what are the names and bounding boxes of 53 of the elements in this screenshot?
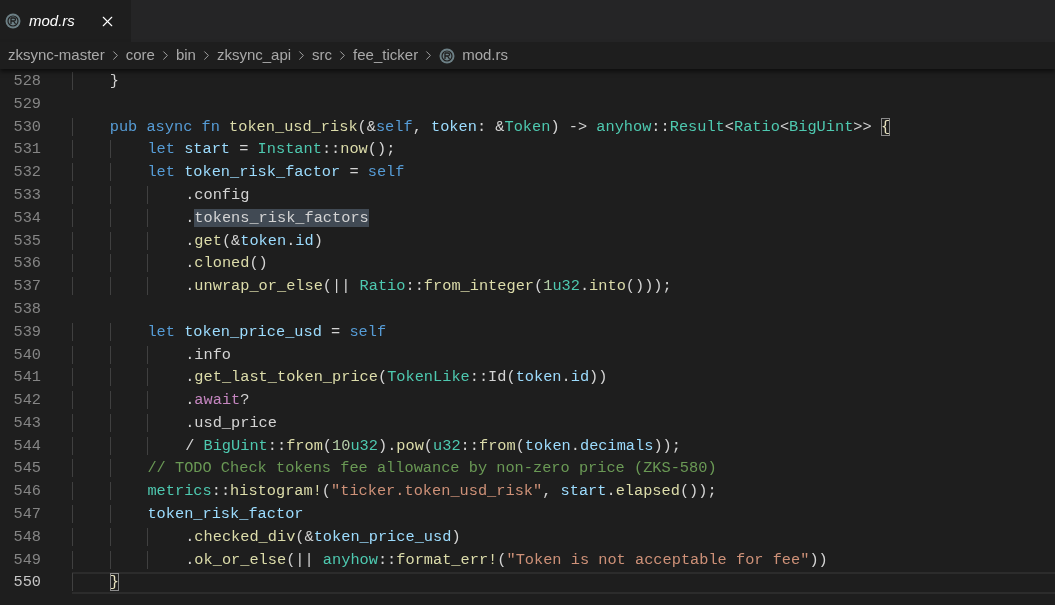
line-number: 534 [12, 207, 41, 229]
code-line: pub async fn token_usd_risk(&self, token: &Token) -> anyhow::Result<Ratio<BigUint>> { [72, 115, 891, 139]
editor-tab[interactable]: mod.rs [0, 0, 131, 42]
code-line: .ok_or_else(|| anyhow::format_err!("Token is not acceptable for fee")) [72, 548, 828, 572]
line-number: 532 [12, 162, 41, 184]
code-line: / BigUint::from(10u32).pow(u32::from(token.decimals)); [72, 434, 681, 458]
breadcrumb-item[interactable]: zksync-master [8, 44, 105, 67]
code-line: .info [72, 343, 232, 367]
tab-title: mod.rs [29, 10, 75, 31]
code-line: .tokens_risk_factors [72, 206, 369, 230]
code-line: .config [72, 183, 250, 207]
code-line: .checked_div(&token_price_usd) [72, 525, 461, 549]
code-line: let start = Instant::now(); [72, 138, 396, 162]
breadcrumb-item[interactable]: mod.rs [462, 44, 508, 67]
code-line: } [72, 69, 119, 93]
breadcrumb-item[interactable]: zksync_api [216, 44, 292, 67]
line-number: 545 [12, 458, 41, 480]
line-number: 531 [12, 139, 41, 161]
line-number: 537 [12, 276, 41, 298]
line-number: 549 [12, 549, 41, 571]
line-number: 542 [12, 390, 41, 412]
code-line: .await? [72, 389, 250, 413]
breadcrumb-item[interactable]: fee_ticker [353, 44, 419, 67]
line-number: 541 [12, 367, 41, 389]
code-line: metrics::histogram!("ticker.token_usd_risk", start.elapsed()); [72, 480, 717, 504]
line-number: 546 [12, 481, 41, 503]
line-number: 548 [12, 526, 41, 548]
line-number: 530 [12, 116, 41, 138]
line-number: 543 [12, 412, 41, 434]
code-line: .cloned() [72, 252, 268, 276]
code-line: .unwrap_or_else(|| Ratio::from_integer(1u32.into())); [72, 275, 672, 299]
line-number: 544 [12, 435, 41, 457]
breadcrumb-item[interactable]: src [312, 44, 333, 67]
code-line: } [72, 571, 119, 595]
code-line: .usd_price [72, 411, 277, 435]
code-line: .get_last_token_price(TokenLike::Id(token.id)) [72, 366, 608, 390]
line-number: 540 [12, 344, 41, 366]
breadcrumb-item[interactable]: core [125, 44, 155, 67]
line-number: 533 [12, 184, 41, 206]
breadcrumb-item[interactable]: bin [175, 44, 196, 67]
line-number: 536 [12, 253, 41, 275]
line-number: 528 [12, 70, 41, 92]
line-number: 547 [12, 504, 41, 526]
code-line: token_risk_factor [72, 503, 304, 526]
line-number: 529 [12, 93, 41, 115]
code-line: let token_risk_factor = self [72, 161, 405, 185]
line-number: 550 [12, 572, 41, 594]
code-line: // TODO Check tokens fee allowance by non-zero price (ZKS-580) [72, 457, 717, 481]
line-number: 539 [12, 321, 41, 343]
line-number: 538 [12, 298, 41, 320]
code-line: .get(&token.id) [72, 229, 323, 253]
code-line: let token_price_usd = self [72, 320, 387, 344]
line-number: 535 [12, 230, 41, 252]
